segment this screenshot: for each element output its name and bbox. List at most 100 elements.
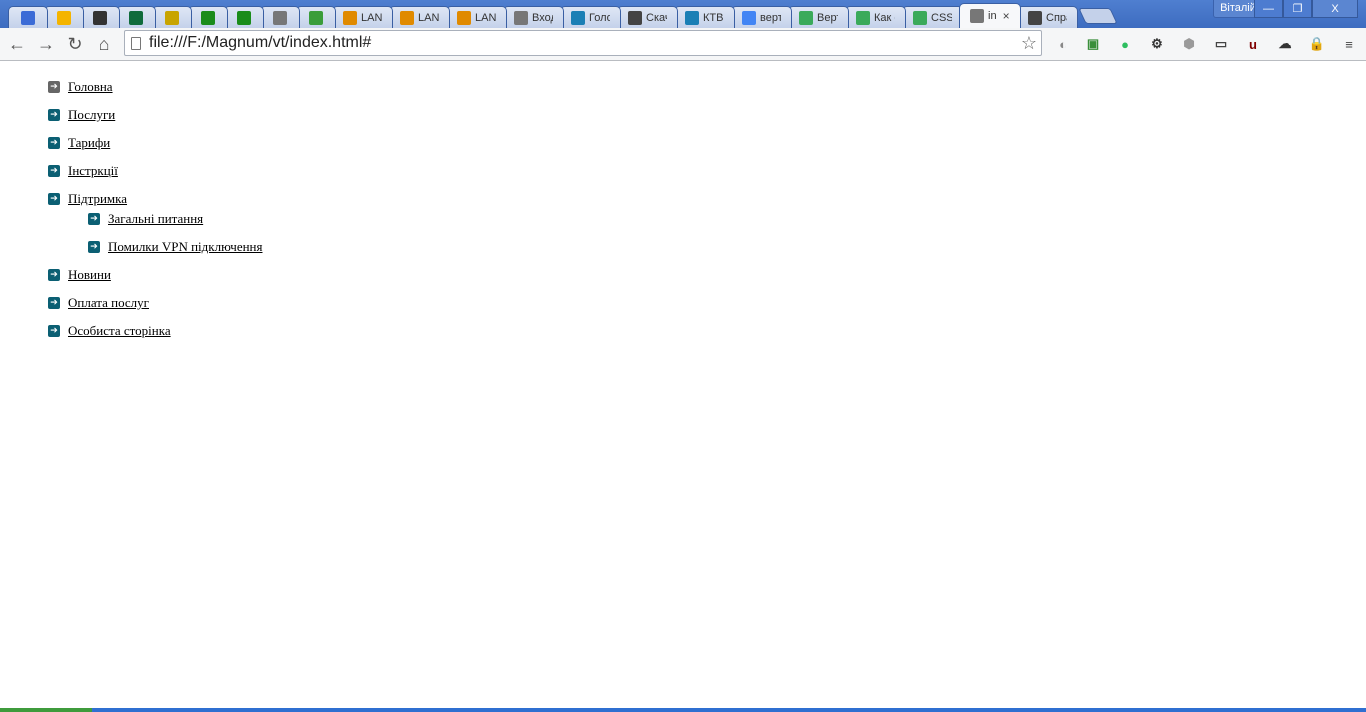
browser-tab[interactable] [260,6,300,28]
browser-tab[interactable] [152,6,192,28]
menu-icon[interactable]: ≡ [1338,33,1360,55]
new-tab-button[interactable] [1078,8,1118,24]
tab-title: Верт [817,11,838,24]
google-icon [742,10,756,25]
search-ext-icon[interactable]: ◐ [1052,33,1074,55]
address-bar[interactable]: file:///F:/Magnum/vt/index.html# ☆ [124,30,1042,56]
arrow-right-icon: ➔ [48,325,60,337]
browser-tab[interactable]: Вход [503,6,564,28]
browser-tab[interactable]: Спра [1017,6,1078,28]
lock-icon[interactable]: 🔒 [1306,33,1328,55]
clipboard-icon [165,10,179,25]
menu-item: ➔ Оплата послуг [48,295,263,311]
arrow-right-icon: ➔ [48,137,60,149]
browser-toolbar: ← → ↻ ⌂ file:///F:/Magnum/vt/index.html#… [0,28,1366,61]
start-button[interactable] [0,708,92,712]
chart-app-icon [129,10,143,25]
browser-tab[interactable]: LANB [332,6,393,28]
arrow-right-icon: ➔ [48,81,60,93]
page-content: ➔ Головна ➔ Послуги ➔ Тарифи ➔ Інстркції ➔ Підтри… [0,61,1366,708]
browser-tab[interactable]: верт [731,6,792,28]
tab-title: CSS | [931,11,952,24]
tab-title: LANB [475,11,496,24]
house-icon [856,10,870,25]
menu-link[interactable]: Загальні питання [108,211,203,227]
minimize-button[interactable]: — [1254,0,1283,18]
bookmark-star-icon[interactable]: ☆ [1021,33,1037,54]
tab-title: LANB [418,11,439,24]
arrow-right-icon: ➔ [88,213,100,225]
menu-item: ➔ Підтримка ➔ Загальні питання ➔ Помилки VPN … [48,191,263,255]
ublock-icon[interactable]: u [1242,33,1264,55]
browser-tab[interactable]: Как с [845,6,906,28]
browser-tab[interactable]: Верт [788,6,849,28]
home-icon[interactable]: ⌂ [92,32,116,56]
browser-tab[interactable] [224,6,264,28]
menu-item-row: ➔ Оплата послуг [48,295,263,311]
menu-item-row: ➔ Особиста сторінка [48,323,263,339]
drive-icon [57,10,71,25]
browser-tab[interactable]: in × [959,3,1021,28]
menu-link[interactable]: Оплата послуг [68,295,149,311]
menu-link[interactable]: Особиста сторінка [68,323,171,339]
arrow-right-icon: ➔ [48,109,60,121]
browser-tab[interactable] [296,6,336,28]
browser-tab[interactable] [8,6,48,28]
ruler-icon[interactable]: ▭ [1210,33,1232,55]
url-text[interactable]: file:///F:/Magnum/vt/index.html# [149,34,1021,52]
evernote-icon[interactable]: ● [1114,33,1136,55]
menu-link[interactable]: Помилки VPN підключення [108,239,263,255]
submenu: ➔ Загальні питання ➔ Помилки VPN підключенн… [88,211,263,255]
menu-item-row: ➔ Тарифи [48,135,263,151]
menu-item: ➔ Новини [48,267,263,283]
house-icon [913,10,927,25]
menu-item: ➔ Інстркції [48,163,263,179]
arrow-right-icon: ➔ [48,165,60,177]
browser-tab[interactable] [116,6,156,28]
close-window-button[interactable]: X [1312,0,1358,18]
menu-link[interactable]: Головна [68,79,113,95]
close-tab-icon[interactable]: × [1003,9,1010,23]
browser-tab[interactable]: Скач [617,6,678,28]
tab-strip: LANB LANB LANB Вход Голо Скач КТВ верт Верт Как с… [8,3,1118,28]
reload-icon[interactable]: ↻ [63,32,87,56]
browser-tab[interactable]: LANB [446,6,507,28]
menu-item: ➔ Помилки VPN підключення [88,239,263,255]
menu-link[interactable]: Новини [68,267,111,283]
menu-link[interactable]: Інстркції [68,163,118,179]
gear-icon[interactable]: ⚙ [1146,33,1168,55]
check-app-icon [21,10,35,25]
z-icon [571,10,585,25]
menu-link[interactable]: Послуги [68,107,115,123]
menu-item-row: ➔ Загальні питання [88,211,263,227]
page-icon [131,36,141,50]
os-taskbar [0,708,1366,712]
browser-tab[interactable]: КТВ [674,6,735,28]
shield-icon[interactable]: ⬢ [1178,33,1200,55]
tab-title: верт [760,11,781,24]
tab-title: Как с [874,11,895,24]
hash-icon [93,10,107,25]
menu-item-row: ➔ Головна [48,79,263,95]
maximize-button[interactable]: ❐ [1283,0,1312,18]
browser-tab[interactable]: CSS | [902,6,963,28]
browser-tab[interactable]: LANB [389,6,450,28]
menu-item: ➔ Особиста сторінка [48,323,263,339]
cloud-icon[interactable]: ☁ [1274,33,1296,55]
menu-link[interactable]: Підтримка [68,191,127,207]
browser-tab[interactable] [80,6,120,28]
menu-link[interactable]: Тарифи [68,135,110,151]
tab-title: Вход [532,11,553,24]
browser-tab[interactable]: Голо [560,6,621,28]
tab-title: КТВ [703,11,724,24]
dollar-icon [201,10,215,25]
menu-item: ➔ Послуги [48,107,263,123]
back-icon[interactable]: ← [5,32,29,56]
evernote-clip-icon[interactable]: ▣ [1082,33,1104,55]
tab-title: Голо [589,11,610,24]
browser-tab[interactable] [44,6,84,28]
menu-item: ➔ Тарифи [48,135,263,151]
menu-item-row: ➔ Підтримка [48,191,263,207]
browser-tab[interactable] [188,6,228,28]
forward-icon[interactable]: → [34,32,58,56]
